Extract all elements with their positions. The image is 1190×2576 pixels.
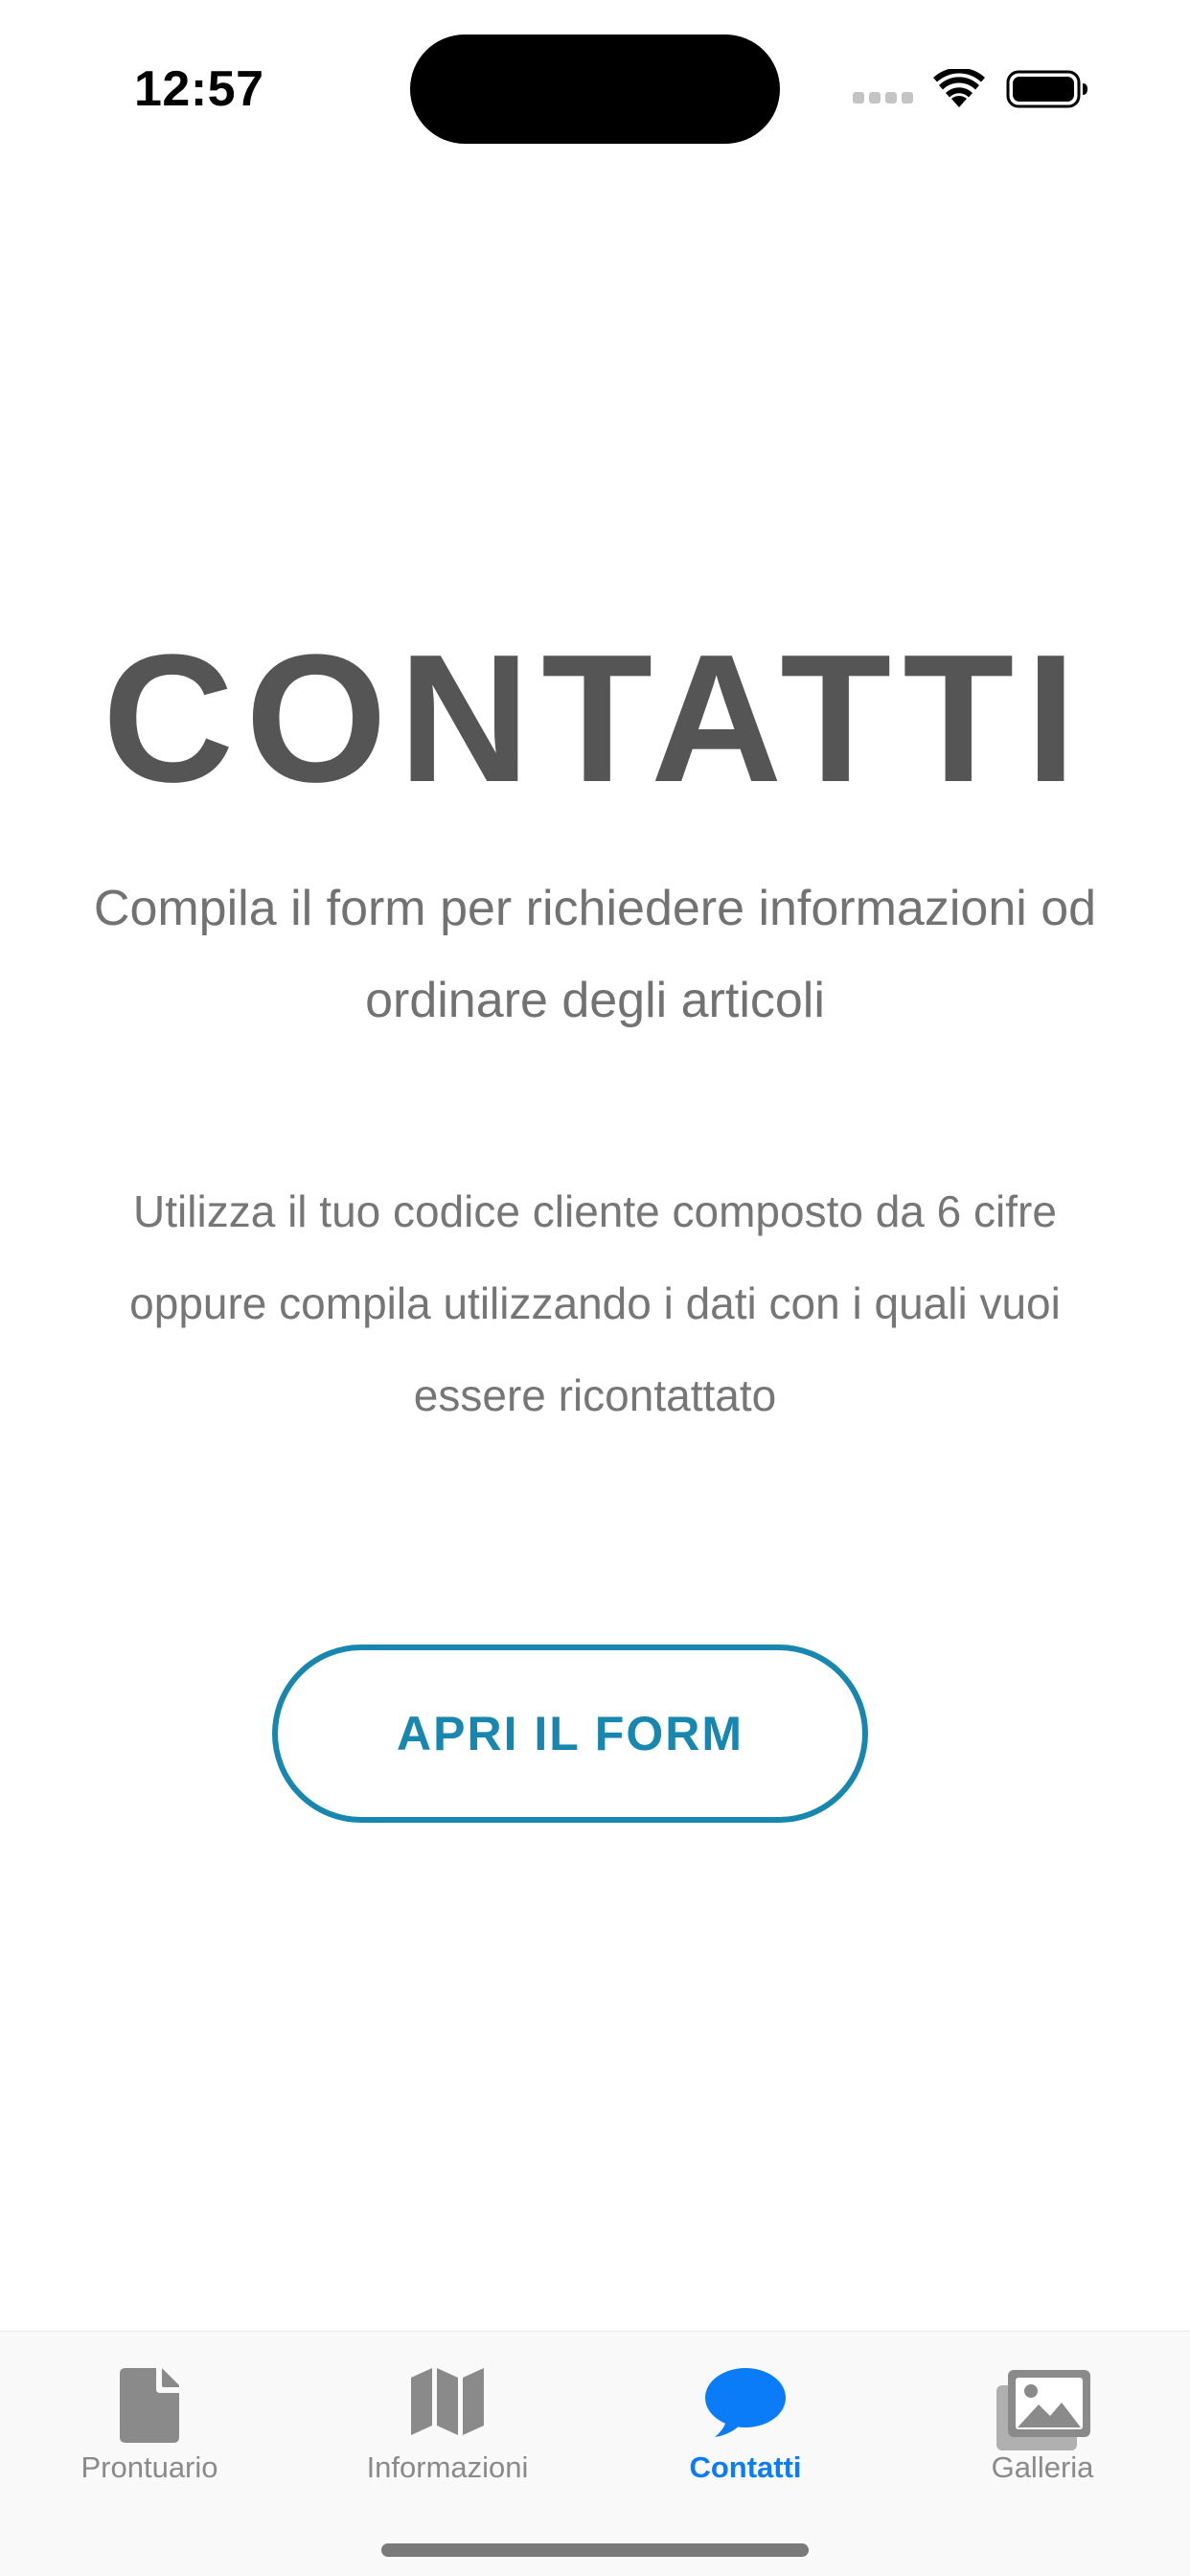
tab-galleria[interactable]: Galleria [927,2353,1157,2496]
tab-label-informazioni: Informazioni [366,2450,529,2484]
battery-icon [1006,70,1087,108]
tab-contatti[interactable]: Contatti [630,2353,860,2496]
open-form-button[interactable]: APRI IL FORM [272,1644,868,1823]
dynamic-island [410,34,780,144]
customer-code-instructions: Utilizza il tuo codice cliente composto … [129,1186,1061,1420]
cellular-signal-icon [853,92,914,105]
home-indicator [381,2543,809,2557]
tab-prontuario[interactable]: Prontuario [34,2353,264,2496]
map-icon [411,2368,484,2435]
tab-label-galleria: Galleria [991,2450,1094,2484]
status-time: 12:57 [134,61,264,117]
status-bar: 12:57 [0,0,1190,172]
tab-informazioni[interactable]: Informazioni [332,2353,562,2496]
tab-label-contatti: Contatti [689,2450,802,2484]
tab-label-prontuario: Prontuario [80,2450,218,2484]
wifi-icon [933,69,985,107]
gallery-icon [996,2370,1090,2450]
tab-bar: Prontuario Informazioni Contatti Galleri… [0,2331,1190,2576]
contatti-screen: 12:57 CONTATTI Compila il form per richi… [0,0,1190,2576]
page-subtitle: Compila il form per richiedere informazi… [93,881,1097,1028]
page-title: CONTATTI [102,617,1088,820]
chat-bubble-icon [705,2368,786,2437]
document-icon [120,2368,179,2443]
open-form-button-label: APRI IL FORM [397,1707,744,1760]
